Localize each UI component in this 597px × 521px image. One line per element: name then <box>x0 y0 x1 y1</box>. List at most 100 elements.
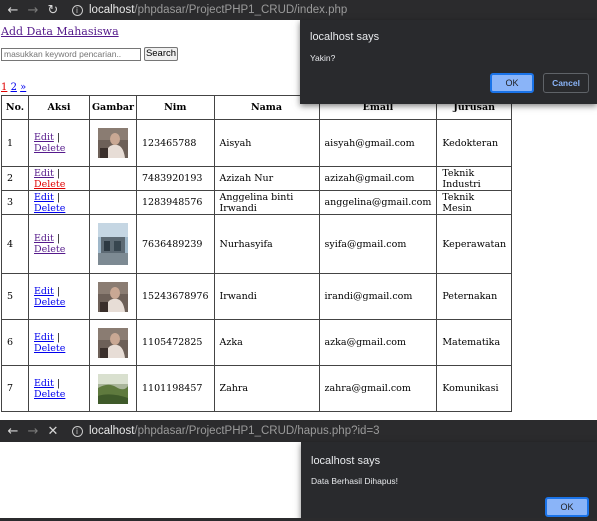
delete-link[interactable]: Delete <box>34 203 65 214</box>
browser-toolbar-top: ← → ↻ i localhost/phpdasar/ProjectPHP1_C… <box>0 0 597 20</box>
url-path: /phpdasar/ProjectPHP1_CRUD/index.php <box>134 4 348 16</box>
cell-jurusan: Teknik Industri <box>436 166 513 191</box>
edit-link[interactable]: Edit <box>34 132 54 143</box>
cell-nama: Anggelina binti Irwandi <box>213 190 320 215</box>
cell-aksi: Edit | Delete <box>28 273 90 320</box>
cancel-button[interactable]: Cancel <box>543 73 589 93</box>
cell-no: 3 <box>1 190 29 215</box>
delete-link[interactable]: Delete <box>34 343 65 354</box>
cell-no: 7 <box>1 365 29 412</box>
cell-email: aisyah@gmail.com <box>318 119 438 167</box>
cell-nim: 7483920193 <box>136 166 215 191</box>
dialog-message: Yakin? <box>310 53 336 63</box>
cell-email: anggelina@gmail.com <box>318 190 438 215</box>
col-header-gambar: Gambar <box>89 95 137 120</box>
back-arrow-icon[interactable]: ← <box>3 0 23 20</box>
cell-aksi: Edit | Delete <box>28 365 90 412</box>
cell-jurusan: Peternakan <box>436 273 513 320</box>
site-info-icon[interactable]: i <box>69 0 85 20</box>
ok-button[interactable]: OK <box>490 73 534 93</box>
table-row: 4 Edit | Delete 7636489239 Nurhasyifa sy… <box>1 214 513 274</box>
edit-link[interactable]: Edit <box>34 233 54 244</box>
table-row: 7 Edit | Delete 1101198457 Zahra zahra@g… <box>1 365 513 412</box>
search-button[interactable]: Search <box>144 47 178 61</box>
page-link-current[interactable]: 1 <box>1 82 7 93</box>
cell-gambar <box>89 319 137 366</box>
back-arrow-icon[interactable]: ← <box>3 421 23 441</box>
col-header-no: No. <box>1 95 29 120</box>
cell-gambar <box>89 273 137 320</box>
cell-nim: 7636489239 <box>136 214 215 274</box>
col-header-aksi: Aksi <box>28 95 90 120</box>
cell-nim: 1283948576 <box>136 190 215 215</box>
action-separator: | <box>56 285 61 297</box>
cell-nama: Aisyah <box>213 119 320 167</box>
forward-arrow-icon[interactable]: → <box>23 421 43 441</box>
cell-nama: Azka <box>213 319 320 366</box>
table-row: 2 Edit | Delete 7483920193 Azizah Nur az… <box>1 166 513 191</box>
cell-gambar <box>89 166 137 191</box>
delete-link[interactable]: Delete <box>34 297 65 308</box>
delete-link[interactable]: Delete <box>34 143 65 154</box>
cell-aksi: Edit | Delete <box>28 214 90 274</box>
cell-nama: Zahra <box>213 365 320 412</box>
page-content-blank <box>0 442 301 518</box>
action-separator: | <box>56 233 61 244</box>
cell-gambar <box>89 119 137 167</box>
edit-link[interactable]: Edit <box>34 192 54 203</box>
person-photo-thumbnail <box>98 327 128 358</box>
action-separator: | <box>56 331 61 343</box>
delete-link[interactable]: Delete <box>34 244 65 255</box>
cell-email: irandi@gmail.com <box>318 273 438 320</box>
page-link-2[interactable]: 2 <box>11 82 17 93</box>
cell-gambar <box>89 190 137 215</box>
cell-jurusan: Komunikasi <box>436 365 513 412</box>
cell-nim: 1105472825 <box>136 319 215 366</box>
browser-toolbar-bottom: ← → ✕ i localhost/phpdasar/ProjectPHP1_C… <box>0 420 597 442</box>
cell-nim: 1101198457 <box>136 365 215 412</box>
search-input[interactable]: masukkan keyword pencarian.. <box>1 48 141 61</box>
delete-link[interactable]: Delete <box>34 389 65 400</box>
site-info-icon[interactable]: i <box>69 421 85 441</box>
confirm-dialog: localhost says Yakin? OK Cancel <box>300 20 597 104</box>
page-next-link[interactable]: » <box>20 82 26 93</box>
edit-link[interactable]: Edit <box>34 286 54 297</box>
ok-button[interactable]: OK <box>545 497 589 517</box>
cell-no: 4 <box>1 214 29 274</box>
action-separator: | <box>56 167 61 179</box>
url-host: localhost <box>89 425 135 437</box>
cell-email: azka@gmail.com <box>318 319 438 366</box>
cell-aksi: Edit | Delete <box>28 319 90 366</box>
cell-no: 2 <box>1 166 29 191</box>
close-icon[interactable]: ✕ <box>43 421 63 441</box>
reload-icon[interactable]: ↻ <box>43 0 63 20</box>
cell-email: syifa@gmail.com <box>318 214 438 274</box>
cell-no: 1 <box>1 119 29 167</box>
delete-link[interactable]: Delete <box>34 179 65 190</box>
building-photo-thumbnail <box>98 223 128 265</box>
add-data-link[interactable]: Add Data Mahasiswa <box>1 25 119 38</box>
url-path: /phpdasar/ProjectPHP1_CRUD/hapus.php?id=… <box>134 425 380 437</box>
table-row: 3 Edit | Delete 1283948576 Anggelina bin… <box>1 190 513 215</box>
cell-nama: Irwandi <box>213 273 320 320</box>
cell-nama: Azizah Nur <box>213 166 320 191</box>
forward-arrow-icon[interactable]: → <box>23 0 43 20</box>
action-separator: | <box>56 132 61 143</box>
cell-gambar <box>89 365 137 412</box>
cell-email: zahra@gmail.com <box>318 365 438 412</box>
url-host: localhost <box>89 4 135 16</box>
mahasiswa-table: No. Aksi Gambar Nim Nama Email Jurusan 1… <box>1 95 513 412</box>
cell-jurusan: Teknik Mesin <box>436 190 513 215</box>
action-separator: | <box>56 377 61 389</box>
edit-link[interactable]: Edit <box>34 168 54 179</box>
dialog-title: localhost says <box>310 31 380 43</box>
cell-nim: 15243678976 <box>136 273 215 320</box>
address-bar[interactable]: localhost/phpdasar/ProjectPHP1_CRUD/inde… <box>89 4 347 16</box>
cell-aksi: Edit | Delete <box>28 119 90 167</box>
edit-link[interactable]: Edit <box>34 378 54 389</box>
person-photo-thumbnail <box>98 281 128 312</box>
pagination: 1 2 » <box>1 82 26 93</box>
address-bar[interactable]: localhost/phpdasar/ProjectPHP1_CRUD/hapu… <box>89 425 380 437</box>
edit-link[interactable]: Edit <box>34 332 54 343</box>
cell-jurusan: Matematika <box>436 319 513 366</box>
